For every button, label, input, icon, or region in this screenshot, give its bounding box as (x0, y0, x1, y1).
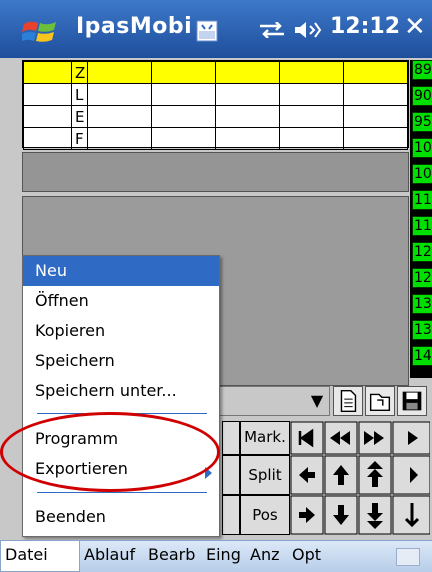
chevron-down-icon[interactable]: ▼ (307, 390, 327, 412)
arrow-buttons-row[interactable] (290, 455, 430, 495)
status-bar-panel (22, 152, 409, 192)
nav-first-icon[interactable] (290, 421, 430, 455)
pos-button[interactable]: Pos (240, 495, 290, 535)
green-cell[interactable]: 89 (412, 60, 432, 80)
grid-cell[interactable]: L (71, 83, 88, 106)
menu-separator (37, 413, 207, 414)
menu-item-programm[interactable]: Programm (23, 424, 219, 454)
green-cell[interactable]: 14 (412, 346, 432, 366)
green-cell[interactable]: 10 (412, 164, 432, 184)
green-cell[interactable]: 13 (412, 294, 432, 314)
green-cell[interactable]: 10 (412, 138, 432, 158)
grid-cell[interactable]: F (71, 127, 88, 150)
green-cell[interactable]: 11 (412, 190, 432, 210)
data-grid[interactable]: Z L E F (22, 60, 409, 150)
green-cell[interactable]: 12 (412, 268, 432, 288)
keyboard-icon[interactable] (396, 548, 420, 566)
new-document-icon[interactable] (333, 386, 363, 416)
open-document-icon[interactable] (365, 386, 395, 416)
menu-bearb[interactable]: Bearb (148, 545, 195, 564)
green-cell[interactable]: 12 (412, 242, 432, 262)
green-cell[interactable]: 90 (412, 86, 432, 106)
table-row[interactable]: E (23, 105, 408, 128)
table-row[interactable]: L (23, 83, 408, 106)
grid-cell[interactable]: Z (71, 61, 88, 84)
input-panel-icon[interactable] (196, 20, 218, 42)
menu-item-neu[interactable]: Neu (23, 256, 219, 286)
menu-eing[interactable]: Eing (206, 545, 241, 564)
split-button[interactable]: Split (240, 455, 290, 495)
menu-ablauf[interactable]: Ablauf (84, 545, 135, 564)
menu-separator (37, 492, 207, 493)
green-cell[interactable]: 95 (412, 112, 432, 132)
submenu-arrow-icon (205, 467, 212, 479)
menu-anz[interactable]: Anz (250, 545, 279, 564)
menu-item-exportieren[interactable]: Exportieren (23, 454, 219, 484)
arrow-buttons-row[interactable] (290, 495, 430, 535)
table-row[interactable]: F (23, 127, 408, 150)
volume-icon[interactable] (293, 20, 321, 40)
menu-item-beenden[interactable]: Beenden (23, 502, 219, 532)
green-number-column: 89 90 95 10 10 11 11 12 12 13 13 14 (410, 60, 432, 378)
menu-datei[interactable]: Datei (0, 540, 80, 572)
connectivity-icon[interactable] (258, 22, 286, 38)
app-title: IpasMobi (76, 14, 193, 39)
menu-item-speichern[interactable]: Speichern (23, 346, 219, 376)
menu-opt[interactable]: Opt (292, 545, 321, 564)
windows-logo-icon[interactable] (22, 16, 58, 46)
grid-cell[interactable]: E (71, 105, 88, 128)
file-popup-menu: Neu Öffnen Kopieren Speichern Speichern … (22, 255, 220, 537)
mark-button[interactable]: Mark. (240, 421, 290, 455)
menu-item-oeffnen[interactable]: Öffnen (23, 286, 219, 316)
table-row[interactable]: Z (23, 61, 408, 84)
menu-item-speichern-unter[interactable]: Speichern unter... (23, 376, 219, 406)
menu-item-kopieren[interactable]: Kopieren (23, 316, 219, 346)
save-disk-icon[interactable] (397, 386, 427, 416)
green-cell[interactable]: 11 (412, 216, 432, 236)
green-cell[interactable]: 13 (412, 320, 432, 340)
close-button[interactable]: ✕ (404, 12, 432, 46)
keypad-button[interactable] (222, 495, 240, 535)
clock[interactable]: 12:12 (330, 14, 400, 39)
keypad-button[interactable] (222, 455, 240, 495)
keypad-button[interactable] (222, 421, 240, 455)
